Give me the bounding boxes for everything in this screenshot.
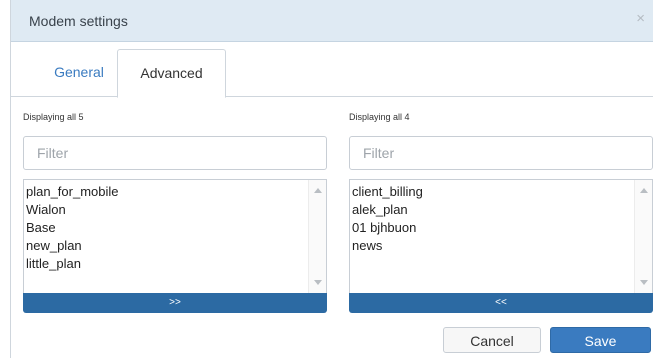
close-icon[interactable]: × xyxy=(636,11,645,27)
list-item[interactable]: client_billing xyxy=(352,183,652,201)
available-count-label: Displaying all 5 xyxy=(23,112,84,122)
assigned-filter-input[interactable] xyxy=(349,136,653,170)
tab-general[interactable]: General xyxy=(39,49,119,95)
available-plans-panel: Displaying all 5 plan_for_mobile Wialon … xyxy=(23,112,329,313)
assigned-plans-list[interactable]: client_billing alek_plan 01 bjhbuon news xyxy=(349,179,653,293)
assigned-list-scrollbar[interactable] xyxy=(634,180,652,293)
cancel-button[interactable]: Cancel xyxy=(443,327,541,353)
list-item[interactable]: 01 bjhbuon xyxy=(352,219,652,237)
save-button[interactable]: Save xyxy=(550,327,651,353)
dialog-titlebar: Modem settings × xyxy=(11,0,653,42)
assigned-plans-panel: Displaying all 4 client_billing alek_pla… xyxy=(349,112,653,313)
scroll-up-icon[interactable] xyxy=(314,188,322,193)
available-list-scrollbar[interactable] xyxy=(308,180,326,293)
move-left-button[interactable]: << xyxy=(349,293,653,313)
list-item[interactable]: new_plan xyxy=(26,237,326,255)
list-item[interactable]: Base xyxy=(26,219,326,237)
move-right-button[interactable]: >> xyxy=(23,293,327,313)
tab-bar: General Advanced xyxy=(11,49,653,98)
list-item[interactable]: Wialon xyxy=(26,201,326,219)
list-item[interactable]: news xyxy=(352,237,652,255)
assigned-count-label: Displaying all 4 xyxy=(349,112,410,122)
modem-settings-dialog: Modem settings × General Advanced Displa… xyxy=(10,0,653,358)
available-filter-input[interactable] xyxy=(23,136,327,170)
scroll-down-icon[interactable] xyxy=(314,280,322,285)
scroll-up-icon[interactable] xyxy=(640,188,648,193)
list-item[interactable]: plan_for_mobile xyxy=(26,183,326,201)
list-item[interactable]: alek_plan xyxy=(352,201,652,219)
scroll-down-icon[interactable] xyxy=(640,280,648,285)
available-plans-list[interactable]: plan_for_mobile Wialon Base new_plan lit… xyxy=(23,179,327,293)
dialog-title: Modem settings xyxy=(29,13,128,29)
tab-advanced[interactable]: Advanced xyxy=(117,49,226,98)
list-item[interactable]: little_plan xyxy=(26,255,326,273)
